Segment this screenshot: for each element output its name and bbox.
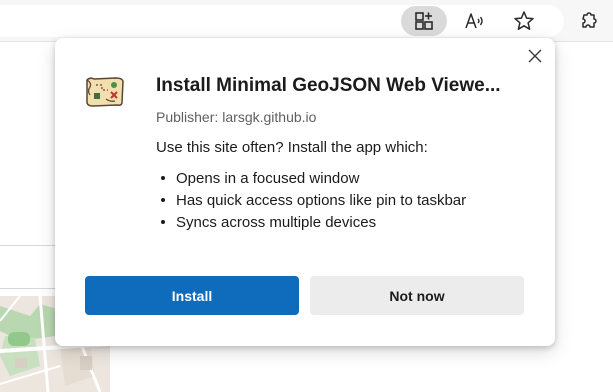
app-available-icon bbox=[414, 11, 434, 31]
browser-window: Install Minimal GeoJSON Web Viewe... Pub… bbox=[0, 0, 613, 392]
list-item: Syncs across multiple devices bbox=[161, 212, 466, 234]
close-icon bbox=[527, 48, 543, 69]
read-aloud-icon bbox=[464, 11, 486, 31]
install-app-dialog: Install Minimal GeoJSON Web Viewe... Pub… bbox=[55, 38, 555, 346]
favorite-star-icon bbox=[513, 10, 535, 32]
bullet bbox=[161, 219, 165, 224]
feature-text: Syncs across multiple devices bbox=[176, 214, 377, 231]
favorites-button[interactable] bbox=[501, 6, 547, 36]
bullet bbox=[161, 197, 165, 202]
publisher-label: Publisher: bbox=[156, 109, 219, 125]
publisher-value: larsgk.github.io bbox=[222, 109, 317, 125]
list-item: Opens in a focused window bbox=[161, 168, 466, 190]
browser-toolbar bbox=[0, 0, 613, 42]
read-aloud-button[interactable] bbox=[452, 6, 498, 36]
app-available-button[interactable] bbox=[401, 6, 447, 36]
treasure-map-icon bbox=[84, 75, 126, 109]
not-now-button[interactable]: Not now bbox=[310, 276, 524, 315]
dialog-title: Install Minimal GeoJSON Web Viewe... bbox=[156, 75, 501, 96]
close-button[interactable] bbox=[525, 48, 545, 68]
bullet bbox=[161, 175, 165, 180]
install-button[interactable]: Install bbox=[85, 276, 299, 315]
feature-text: Opens in a focused window bbox=[176, 170, 360, 187]
publisher-line: Publisher: larsgk.github.io bbox=[156, 109, 316, 125]
extensions-icon bbox=[579, 10, 601, 32]
list-item: Has quick access options like pin to tas… bbox=[161, 190, 466, 212]
install-prompt: Use this site often? Install the app whi… bbox=[156, 139, 428, 156]
feature-list: Opens in a focused window Has quick acce… bbox=[161, 168, 466, 234]
feature-text: Has quick access options like pin to tas… bbox=[176, 192, 467, 209]
extensions-button[interactable] bbox=[567, 6, 613, 36]
